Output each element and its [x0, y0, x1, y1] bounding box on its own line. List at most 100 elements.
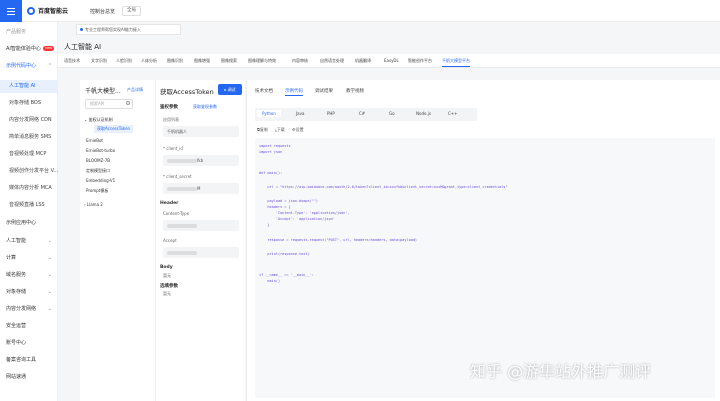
settings-label: 设置 [295, 127, 304, 132]
sidebar-item-account[interactable]: 账号中心 [0, 337, 58, 350]
lang-python[interactable]: Python [257, 110, 281, 117]
brand-logo[interactable]: 百度智能云 [27, 6, 68, 15]
sidebar-item-app-center[interactable]: 示例应用中心 [0, 217, 58, 230]
tab-translate[interactable]: 机器翻译 [355, 58, 371, 64]
product-tabs: 语音技术 文字识别 人脸识别 人体分析 图像识别 图像增强 图像搜索 图像理解与… [58, 54, 720, 68]
tab-sample-code[interactable]: 示例代码 [285, 88, 303, 96]
cloud-logo-icon [27, 6, 35, 15]
sidebar-item-label: AI智能体验中心 [6, 46, 41, 52]
sidebar-item-ai-group[interactable]: 人工智能 ⌄ [0, 235, 58, 248]
brand-name: 百度智能云 [38, 8, 69, 15]
auth-params-label: 鉴权参数 [160, 105, 178, 110]
accept-label: Accept [163, 238, 177, 243]
copy-button[interactable]: ⧉复制 [257, 127, 268, 133]
chevron-down-icon: ⌄ [47, 306, 52, 312]
region-select[interactable]: 全局 [122, 6, 141, 16]
tree-item-embedding[interactable]: Embedding-V1 [86, 178, 115, 183]
code-line: } [259, 223, 270, 227]
tab-content-audit[interactable]: 内容审核 [292, 58, 308, 64]
sidebar-item-bos[interactable]: 对象存储 BOS [0, 97, 58, 110]
settings-button[interactable]: ⚙设置 [292, 127, 304, 133]
client-id-suffix: fkb [197, 158, 204, 163]
tree-group-llama[interactable]: › Llama 2 [84, 202, 103, 207]
sidebar-item-label: 对象存储 [6, 289, 27, 295]
lang-csharp[interactable]: C# [359, 111, 365, 116]
debug-button[interactable]: ▸ 调试 [218, 84, 242, 95]
app-select[interactable]: 千帆机器人 [163, 126, 239, 137]
sidebar-item-lss[interactable]: 音视频直播 LSS [0, 199, 58, 212]
sidebar-item-mcp[interactable]: 音视频处理 MCP [0, 148, 58, 161]
masked-value [167, 251, 197, 255]
sidebar-item-sms[interactable]: 简单消息服务 SMS [0, 131, 58, 144]
tab-body[interactable]: 人体分析 [141, 58, 157, 64]
lang-go[interactable]: Go [389, 111, 395, 116]
lang-java[interactable]: Java [296, 111, 304, 116]
optional-params-value: 暂无 [163, 291, 171, 296]
lang-nodejs[interactable]: Node.js [416, 111, 431, 116]
sidebar-item-storage[interactable]: 对象存储 ⌄ [0, 286, 58, 299]
language-bar [255, 108, 477, 121]
client-id-field[interactable]: fkb [163, 155, 239, 166]
code-line: response = requests.request("POST", url,… [259, 238, 418, 242]
tab-debug-result[interactable]: 调试结果 [315, 88, 333, 94]
get-auth-link[interactable]: 获取鉴权参数 [193, 104, 217, 110]
tab-image-effects[interactable]: 图像理解与特效 [248, 58, 276, 64]
product-detail-link[interactable]: 产品详情 [127, 87, 143, 93]
lang-php[interactable]: PHP [327, 111, 335, 116]
tab-qianfan[interactable]: 千帆大模型平台 [442, 58, 470, 67]
sidebar-item-ai-experience[interactable]: AI智能体验中心 new [0, 43, 58, 56]
sidebar-item-ai[interactable]: 人工智能 AI [0, 80, 58, 93]
tree-item-bloomz[interactable]: BLOOMZ-7B [86, 158, 110, 163]
header-label: Header [160, 201, 179, 206]
search-icon[interactable] [126, 101, 130, 105]
tree-item-get-token[interactable]: 获取AccessToken [94, 125, 134, 133]
masked-value [167, 224, 197, 228]
code-line: print(response.text) [259, 252, 310, 256]
lang-cpp[interactable]: C++ [448, 111, 458, 116]
tab-speech[interactable]: 语音技术 [64, 58, 80, 64]
code-line: import requests [259, 144, 291, 148]
tab-docs[interactable]: 技术文档 [255, 88, 273, 94]
tree-group-auth[interactable]: ⌄ 鉴权认证机制 [84, 117, 113, 123]
tab-image-search[interactable]: 图像搜索 [221, 58, 237, 64]
code-line: url = "https://aip.baidubce.com/oauth/2.… [259, 185, 508, 189]
tab-face[interactable]: 人脸识别 [116, 58, 132, 64]
notice-banner[interactable]: 专业工程师帮您实现AI能力接入 [76, 24, 181, 35]
sidebar-item-cdn-group[interactable]: 内容分发网络 ⌄ [0, 303, 58, 316]
page-title: 人工智能 AI [64, 43, 102, 51]
tab-image-recognition[interactable]: 图像识别 [167, 58, 183, 64]
tab-ocr[interactable]: 文字识别 [91, 58, 107, 64]
sidebar-item-mca[interactable]: 媒体内容分析 MCA [0, 182, 58, 195]
tab-video[interactable]: 教学视频 [346, 88, 364, 94]
masked-value [167, 159, 197, 163]
menu-icon[interactable] [0, 0, 22, 22]
download-button[interactable]: ⤓下载 [275, 127, 285, 133]
client-id-label-text: client_id [166, 146, 183, 151]
tree-item-erniebot[interactable]: ErnieBot [86, 138, 103, 143]
tab-nlp[interactable]: 自然语言处理 [320, 58, 344, 64]
download-label: 下载 [276, 127, 285, 132]
tab-image-enhance[interactable]: 图像增强 [194, 58, 210, 64]
tree-item-erniebot-turbo[interactable]: ErnieBot-turbo [86, 148, 115, 153]
sidebar-item-security[interactable]: 安全运营 [0, 320, 58, 333]
sidebar-item-domain[interactable]: 域名服务 ⌄ [0, 269, 58, 282]
tab-easydl[interactable]: EasyDL [384, 58, 399, 63]
sidebar-item-video[interactable]: 视频创作分发平台 V... [0, 165, 58, 178]
sidebar-item-cdn[interactable]: 内容分发网络 CDN [0, 114, 58, 127]
client-secret-field[interactable]: M [163, 183, 239, 194]
body-label: Body [160, 265, 173, 270]
client-secret-label: * client_secret [163, 174, 192, 179]
tab-creation[interactable]: 智能创作平台 [408, 58, 432, 64]
app-list-label: 应用列表 [163, 117, 179, 122]
sidebar-item-compute[interactable]: 计算 ⌄ [0, 252, 58, 265]
sidebar-item-icp[interactable]: 备案咨询工具 [0, 354, 58, 367]
sidebar: 产品服务 AI智能体验中心 new 示例代码中心 ⌃ 人工智能 AI 对象存储 BO… [0, 22, 58, 401]
sidebar-item-sample-code[interactable]: 示例代码中心 ⌃ [0, 60, 58, 73]
sidebar-item-website[interactable]: 网站速通 [0, 371, 58, 384]
tree-item-prompt[interactable]: Prompt模板 [86, 188, 108, 194]
new-badge: new [42, 46, 55, 51]
tree-item-custom-model[interactable]: 定制模型接口 [86, 168, 110, 174]
model-title: 千帆大模型... [85, 88, 121, 95]
console-overview-link[interactable]: 控制台总览 [90, 8, 115, 15]
code-line: def main(): [259, 171, 283, 175]
